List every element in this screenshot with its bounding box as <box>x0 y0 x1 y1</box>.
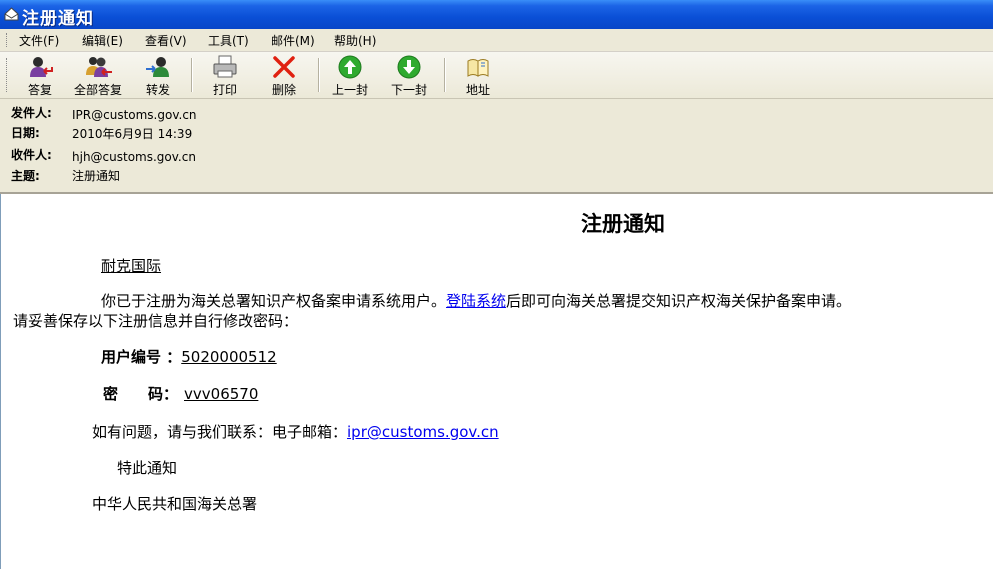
toolbar-separator <box>444 58 446 92</box>
menu-grip <box>6 33 9 47</box>
reply-all-icon <box>86 57 112 77</box>
from-value[interactable]: IPR@customs.gov.cn <box>72 108 197 122</box>
user-id-value: 5020000512 <box>181 348 277 366</box>
delete-label: 删除 <box>271 83 296 97</box>
address-book-label: 地址 <box>465 83 490 97</box>
next-button[interactable]: 下一封 <box>387 55 431 97</box>
next-label: 下一封 <box>390 83 427 97</box>
toolbar-grip <box>6 58 9 92</box>
toolbar: 答复 全部答复 转发 打印 删除 上一封 下一封 地址 <box>0 52 993 99</box>
recipient-name: 耐克国际 <box>101 257 162 275</box>
forward-button[interactable]: 转发 <box>138 55 178 97</box>
address-book-button[interactable]: 地址 <box>458 55 498 97</box>
message-body: 注册通知 耐克国际 你已于注册为海关总署知识产权备案申请系统用户。登陆系统后即可… <box>0 194 993 569</box>
previous-label: 上一封 <box>331 83 368 97</box>
login-system-link[interactable]: 登陆系统 <box>446 292 506 310</box>
from-label: 发件人: <box>11 106 52 120</box>
delete-button[interactable]: 删除 <box>264 55 304 97</box>
message-title: 注册通知 <box>581 211 665 236</box>
window-title: 注册通知 <box>22 9 94 29</box>
user-id-label: 用户编号 ： <box>101 348 182 366</box>
subject-label: 主题: <box>11 169 40 183</box>
password-value: vvv06570 <box>184 385 259 403</box>
intro-paragraph-line2: 请妥善保存以下注册信息并自行修改密码： <box>13 312 299 330</box>
user-id-row: 用户编号 ：5020000512 <box>101 346 277 367</box>
menu-bar: 文件(F) 编辑(E) 查看(V) 工具(T) 邮件(M) 帮助(H) <box>0 29 993 52</box>
intro-text-continued: 后即可向海关总署提交知识产权海关保护备案申请。 <box>506 292 852 310</box>
menu-file[interactable]: 文件(F) <box>19 32 59 49</box>
delete-x-icon <box>273 56 295 78</box>
contact-text: 如有问题，请与我们联系：电子邮箱： <box>92 423 348 441</box>
menu-help[interactable]: 帮助(H) <box>334 32 376 49</box>
address-book-icon <box>467 59 489 77</box>
password-label: 密 码： <box>103 385 179 403</box>
previous-button[interactable]: 上一封 <box>328 55 372 97</box>
menu-message[interactable]: 邮件(M) <box>271 32 315 49</box>
toolbar-separator <box>191 58 193 92</box>
forward-icon <box>146 57 169 77</box>
menu-view[interactable]: 查看(V) <box>145 32 187 49</box>
date-label: 日期: <box>11 126 40 140</box>
intro-paragraph: 你已于注册为海关总署知识产权备案申请系统用户。登陆系统后即可向海关总署提交知识产… <box>101 290 851 311</box>
title-bar: 注册通知 <box>0 0 993 29</box>
printer-icon <box>213 55 237 78</box>
reply-all-button[interactable]: 全部答复 <box>68 55 128 97</box>
contact-line: 如有问题，请与我们联系：电子邮箱：ipr@customs.gov.cn <box>92 421 499 442</box>
reply-all-label: 全部答复 <box>73 83 122 97</box>
date-value: 2010年6月9日 14:39 <box>72 127 193 141</box>
subject-value: 注册通知 <box>72 169 121 183</box>
reply-button[interactable]: 答复 <box>18 55 62 97</box>
message-header: 发件人: IPR@customs.gov.cn 日期: 2010年6月9日 14… <box>0 99 993 194</box>
toolbar-separator <box>318 58 320 92</box>
signature-text: 中华人民共和国海关总署 <box>92 495 258 513</box>
notice-text: 特此通知 <box>117 459 178 477</box>
forward-label: 转发 <box>145 83 170 97</box>
menu-tools[interactable]: 工具(T) <box>208 32 249 49</box>
password-row: 密 码： vvv06570 <box>103 383 258 404</box>
contact-email-link[interactable]: ipr@customs.gov.cn <box>347 423 499 441</box>
intro-text: 你已于注册为海关总署知识产权备案申请系统用户。 <box>101 292 447 310</box>
print-label: 打印 <box>212 83 237 97</box>
envelope-icon <box>4 7 19 21</box>
reply-icon <box>30 57 53 77</box>
menu-edit[interactable]: 编辑(E) <box>82 32 123 49</box>
print-button[interactable]: 打印 <box>205 55 245 97</box>
reply-label: 答复 <box>27 83 52 97</box>
to-value[interactable]: hjh@customs.gov.cn <box>72 150 196 164</box>
arrow-up-icon <box>338 55 362 79</box>
arrow-down-icon <box>397 55 421 79</box>
to-label: 收件人: <box>11 148 52 162</box>
